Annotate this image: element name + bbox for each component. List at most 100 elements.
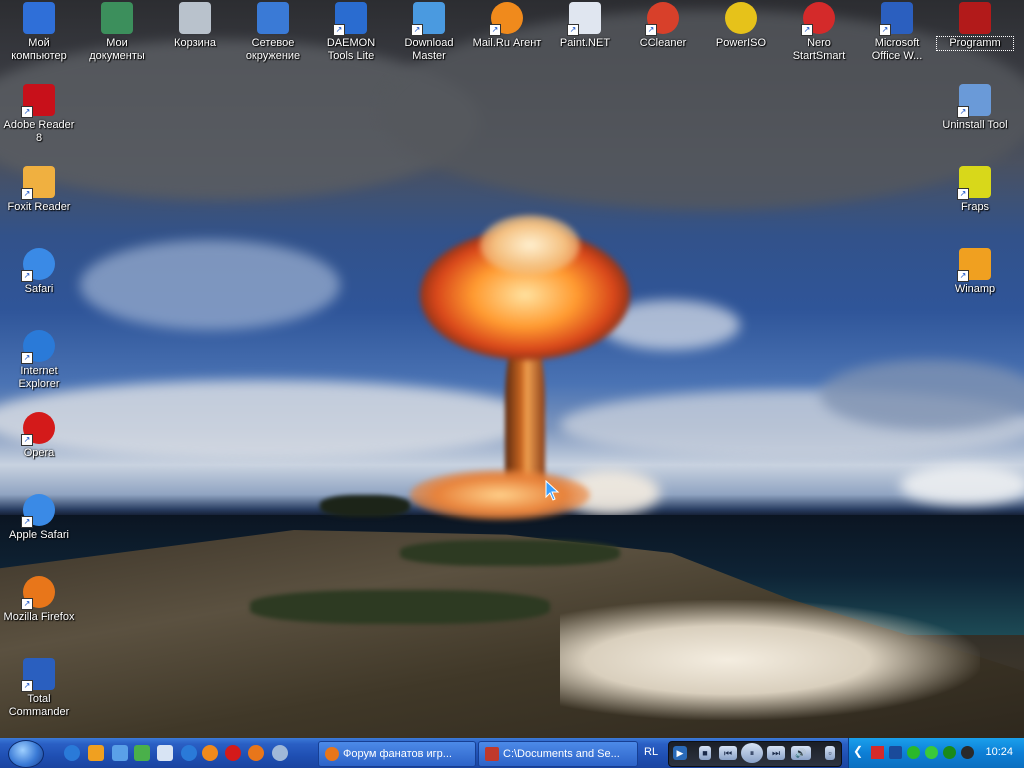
desktop-wallpaper	[0, 0, 1024, 738]
icon-my-documents[interactable]: Мои документы	[79, 2, 155, 63]
icon-firefox[interactable]: ↗ Mozilla Firefox	[1, 576, 77, 624]
utility-tray-icon[interactable]	[961, 746, 974, 759]
restore-player-button[interactable]: ▫	[825, 746, 835, 760]
icon-download-master[interactable]: ↗ Download Master	[391, 2, 467, 63]
icon-label: Safari	[24, 283, 54, 295]
network-tray-icon[interactable]	[889, 746, 902, 759]
ie2-quicklaunch-icon[interactable]	[181, 745, 197, 761]
icon-label: Foxit Reader	[7, 201, 71, 213]
icon-label: CCleaner	[639, 37, 687, 49]
icon-programm[interactable]: Programm	[936, 2, 1014, 51]
taskbar-button-explorer[interactable]: C:\Documents and Se...	[478, 741, 638, 767]
icon-safari[interactable]: ↗ Safari	[1, 248, 77, 296]
ccleaner-icon: ↗	[645, 2, 679, 36]
icon-label: Microsoft Office W...	[871, 37, 923, 62]
start-button[interactable]	[8, 740, 44, 768]
paint-net-icon: ↗	[567, 2, 601, 36]
icon-word[interactable]: ↗ Microsoft Office W...	[859, 2, 935, 63]
internet-explorer-icon: ↗	[21, 330, 55, 364]
word-icon: ↗	[879, 2, 913, 36]
shortcut-arrow-icon: ↗	[21, 352, 33, 364]
icon-label: Fraps	[960, 201, 990, 213]
total-commander-icon: ↗	[21, 658, 55, 692]
programm-folder-icon	[959, 2, 991, 34]
shortcut-arrow-icon: ↗	[21, 188, 33, 200]
poweriso-icon	[725, 2, 757, 34]
ie-quicklaunch-icon[interactable]	[64, 745, 80, 761]
agent-tray-icon[interactable]	[925, 746, 938, 759]
icon-label: Winamp	[954, 283, 996, 295]
previous-button[interactable]: ⏮	[719, 746, 737, 760]
download-master-icon: ↗	[411, 2, 445, 36]
download-tray-icon[interactable]	[907, 746, 920, 759]
icon-label: Мои документы	[89, 37, 145, 62]
icon-total-commander[interactable]: ↗ Total Commander	[1, 658, 77, 719]
winamp-quicklaunch-icon[interactable]	[88, 745, 104, 761]
network-places-icon	[257, 2, 289, 34]
my-computer-icon	[23, 2, 55, 34]
icon-ccleaner[interactable]: ↗ CCleaner	[625, 2, 701, 50]
mailru-agent-icon: ↗	[489, 2, 523, 36]
icon-label: Сетевое окружение	[245, 37, 301, 62]
shortcut-arrow-icon: ↗	[21, 270, 33, 282]
icon-label: Mozilla Firefox	[3, 611, 75, 623]
uninstall-tool-icon: ↗	[957, 84, 991, 118]
taskbar-button-forum[interactable]: Форум фанатов игр...	[318, 741, 476, 767]
taskbar-clock[interactable]: 10:24	[985, 746, 1013, 758]
icon-label: Internet Explorer	[18, 365, 60, 390]
my-documents-icon	[101, 2, 133, 34]
icon-paint-net[interactable]: ↗ Paint.NET	[547, 2, 623, 50]
next-button[interactable]: ⏭	[767, 746, 785, 760]
firefox-icon: ↗	[21, 576, 55, 610]
show-hidden-icons-icon[interactable]: ❮	[853, 744, 866, 758]
icon-network-places[interactable]: Сетевое окружение	[235, 2, 311, 63]
icon-nero[interactable]: ↗ Nero StartSmart	[781, 2, 857, 63]
icon-label: Adobe Reader 8	[3, 119, 75, 144]
icon-label: Programm	[936, 36, 1014, 51]
icon-foxit-reader[interactable]: ↗ Foxit Reader	[1, 166, 77, 214]
firefox-task-icon	[325, 747, 339, 762]
shortcut-arrow-icon: ↗	[333, 24, 345, 36]
player-logo-icon[interactable]: ▶	[673, 746, 687, 760]
icon-adobe-reader[interactable]: ↗ Adobe Reader 8	[1, 84, 77, 145]
folder-task-icon	[485, 747, 499, 762]
icon-daemon-tools[interactable]: ↗ DAEMON Tools Lite	[313, 2, 389, 63]
winamp-icon: ↗	[957, 248, 991, 282]
icq-tray-icon[interactable]	[943, 746, 956, 759]
icon-label: Download Master	[404, 37, 454, 62]
pause-button[interactable]: ⏸	[741, 743, 763, 763]
shortcut-arrow-icon: ↗	[879, 24, 891, 36]
messenger-quicklaunch-icon[interactable]	[134, 745, 150, 761]
shortcut-arrow-icon: ↗	[957, 188, 969, 200]
icon-fraps[interactable]: ↗ Fraps	[937, 166, 1013, 214]
icon-label: DAEMON Tools Lite	[326, 37, 376, 62]
show-desktop-icon[interactable]	[157, 745, 173, 761]
icon-poweriso[interactable]: PowerISO	[703, 2, 779, 50]
icon-recycle-bin[interactable]: Корзина	[157, 2, 233, 50]
antivirus-tray-icon[interactable]	[871, 746, 884, 759]
icon-label: PowerISO	[715, 37, 767, 49]
shortcut-arrow-icon: ↗	[21, 680, 33, 692]
icon-internet-explorer[interactable]: ↗ Internet Explorer	[1, 330, 77, 391]
language-indicator[interactable]: RL	[644, 746, 658, 758]
icon-apple-safari[interactable]: ↗ Apple Safari	[1, 494, 77, 542]
icon-label: Uninstall Tool	[942, 119, 1008, 131]
volume-button[interactable]: 🔊	[791, 746, 811, 760]
icon-winamp[interactable]: ↗ Winamp	[937, 248, 1013, 296]
firefox-quicklaunch-icon[interactable]	[248, 745, 264, 761]
media-player-quicklaunch-icon[interactable]	[112, 745, 128, 761]
icon-label: Paint.NET	[559, 37, 611, 49]
opera-quicklaunch-icon[interactable]	[225, 745, 241, 761]
icon-opera[interactable]: ↗ Opera	[1, 412, 77, 460]
safari-quicklaunch-icon[interactable]	[272, 745, 288, 761]
shortcut-arrow-icon: ↗	[411, 24, 423, 36]
icon-my-computer[interactable]: Мой компьютер	[1, 2, 77, 63]
icon-label: Мой компьютер	[11, 37, 67, 62]
icon-mailru-agent[interactable]: ↗ Mail.Ru Агент	[469, 2, 545, 50]
icon-uninstall-tool[interactable]: ↗ Uninstall Tool	[937, 84, 1013, 132]
shortcut-arrow-icon: ↗	[21, 106, 33, 118]
mailru-quicklaunch-icon[interactable]	[202, 745, 218, 761]
shortcut-arrow-icon: ↗	[957, 270, 969, 282]
stop-button[interactable]: ■	[699, 746, 711, 760]
mouse-cursor-icon	[545, 480, 560, 501]
